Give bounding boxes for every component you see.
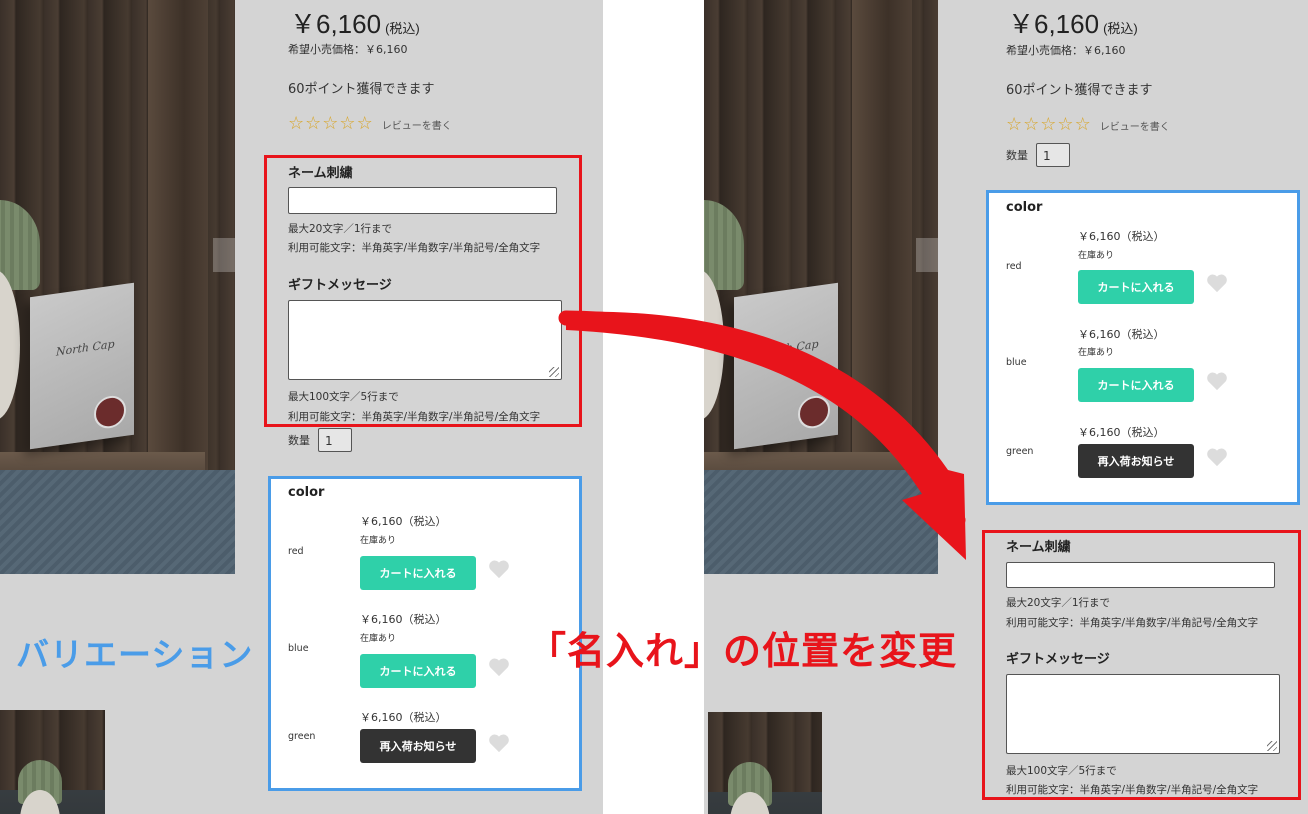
heart-icon[interactable] xyxy=(488,733,510,753)
variation-title: color xyxy=(1006,200,1043,215)
resize-grip-icon[interactable] xyxy=(549,367,559,377)
quantity-label: 数量 xyxy=(288,434,310,447)
variation-name-red: red xyxy=(288,546,304,557)
name-limit-note: 最大20文字／1行まで xyxy=(1006,597,1111,609)
quantity-control: 数量 1 xyxy=(1006,143,1070,167)
variation-title: color xyxy=(288,485,325,500)
heart-icon[interactable] xyxy=(1206,447,1228,467)
variation-price: ￥6,160（税込） xyxy=(1078,230,1165,243)
variation-price: ￥6,160（税込） xyxy=(1078,328,1165,341)
add-to-cart-button-blue[interactable]: カートに入れる xyxy=(1078,368,1194,402)
change-annotation-label: 「名入れ」の位置を変更 xyxy=(528,629,958,673)
gift-chars-note: 利用可能文字：半角英字/半角数字/半角記号/全角文字 xyxy=(288,411,541,423)
gift-limit-note: 最大100文字／5行まで xyxy=(288,391,399,403)
star-icon: ☆ xyxy=(339,113,356,134)
star-icon: ☆ xyxy=(322,113,339,134)
product-price: ￥6,160 (税込) xyxy=(1008,9,1138,39)
variation-stock: 在庫あり xyxy=(1078,251,1115,261)
gift-limit-note: 最大100文字／5行まで xyxy=(1006,765,1117,777)
product-image-main[interactable]: North Cap xyxy=(704,0,938,574)
variation-price: ￥6,160（税込） xyxy=(360,515,447,528)
msrp-text: 希望小売価格：￥6,160 xyxy=(1006,44,1126,57)
heart-icon[interactable] xyxy=(488,657,510,677)
product-thumbnail[interactable] xyxy=(708,712,822,814)
name-embroidery-input[interactable] xyxy=(288,187,557,214)
variation-stock: 在庫あり xyxy=(1078,348,1115,358)
variation-stock: 在庫あり xyxy=(360,634,397,644)
product-price: ￥6,160 (税込) xyxy=(290,9,420,39)
variation-price: ￥6,160（税込） xyxy=(360,613,447,626)
star-icon: ☆ xyxy=(288,113,305,134)
product-image-main[interactable]: North Cap xyxy=(0,0,235,574)
image-next-arrow[interactable] xyxy=(213,238,235,272)
restock-notify-button[interactable]: 再入荷お知らせ xyxy=(1078,444,1194,478)
variation-price: ￥6,160（税込） xyxy=(360,711,447,724)
heart-icon[interactable] xyxy=(1206,371,1228,391)
add-to-cart-button-blue[interactable]: カートに入れる xyxy=(360,654,476,688)
variation-name-blue: blue xyxy=(288,643,309,654)
star-icon: ☆ xyxy=(305,113,322,134)
star-icon: ☆ xyxy=(1057,114,1074,135)
rating-stars: ☆ ☆ ☆ ☆ ☆ レビューを書く xyxy=(288,115,452,133)
gift-message-textarea[interactable] xyxy=(1006,674,1280,754)
gift-message-title: ギフトメッセージ xyxy=(288,278,392,293)
gift-message-textarea[interactable] xyxy=(288,300,562,380)
star-icon: ☆ xyxy=(1023,114,1040,135)
star-icon: ☆ xyxy=(1074,114,1091,135)
rating-stars: ☆ ☆ ☆ ☆ ☆ レビューを書く xyxy=(1006,116,1170,134)
quantity-label: 数量 xyxy=(1006,149,1028,162)
points-text: 60ポイント獲得できます xyxy=(1006,83,1153,98)
variation-annotation-label: バリエーション xyxy=(16,635,254,674)
name-embroidery-title: ネーム刺繍 xyxy=(288,166,353,181)
variation-price: ￥6,160（税込） xyxy=(1078,426,1165,439)
variation-name-green: green xyxy=(288,731,316,742)
before-screenshot: North Cap ￥6,160 (税込) 希望小売価格：￥6,160 60ポイン… xyxy=(0,0,603,814)
write-review-link[interactable]: レビューを書く xyxy=(382,117,452,132)
name-chars-note: 利用可能文字：半角英字/半角数字/半角記号/全角文字 xyxy=(1006,617,1259,629)
product-thumbnail[interactable] xyxy=(0,710,105,814)
add-to-cart-button-red[interactable]: カートに入れる xyxy=(1078,270,1194,304)
star-icon: ☆ xyxy=(1040,114,1057,135)
points-text: 60ポイント獲得できます xyxy=(288,82,435,97)
variation-name-blue: blue xyxy=(1006,357,1027,368)
variation-name-green: green xyxy=(1006,446,1034,457)
name-embroidery-input[interactable] xyxy=(1006,562,1275,588)
after-screenshot: North Cap ￥6,160 (税込) 希望小売価格：￥6,160 60ポイン… xyxy=(704,0,1308,814)
name-chars-note: 利用可能文字：半角英字/半角数字/半角記号/全角文字 xyxy=(288,242,541,254)
write-review-link[interactable]: レビューを書く xyxy=(1100,118,1170,133)
name-embroidery-title: ネーム刺繍 xyxy=(1006,540,1071,555)
add-to-cart-button-red[interactable]: カートに入れる xyxy=(360,556,476,590)
variation-stock: 在庫あり xyxy=(360,536,397,546)
quantity-control: 数量 1 xyxy=(288,428,352,452)
quantity-input[interactable]: 1 xyxy=(318,428,352,452)
msrp-text: 希望小売価格：￥6,160 xyxy=(288,43,408,56)
variation-name-red: red xyxy=(1006,261,1022,272)
heart-icon[interactable] xyxy=(1206,273,1228,293)
star-icon: ☆ xyxy=(356,113,373,134)
image-next-arrow[interactable] xyxy=(916,238,938,272)
gift-chars-note: 利用可能文字：半角英字/半角数字/半角記号/全角文字 xyxy=(1006,784,1259,796)
gift-message-title: ギフトメッセージ xyxy=(1006,652,1110,667)
quantity-input[interactable]: 1 xyxy=(1036,143,1070,167)
resize-grip-icon[interactable] xyxy=(1267,741,1277,751)
star-icon: ☆ xyxy=(1006,114,1023,135)
heart-icon[interactable] xyxy=(488,559,510,579)
name-limit-note: 最大20文字／1行まで xyxy=(288,223,393,235)
restock-notify-button[interactable]: 再入荷お知らせ xyxy=(360,729,476,763)
